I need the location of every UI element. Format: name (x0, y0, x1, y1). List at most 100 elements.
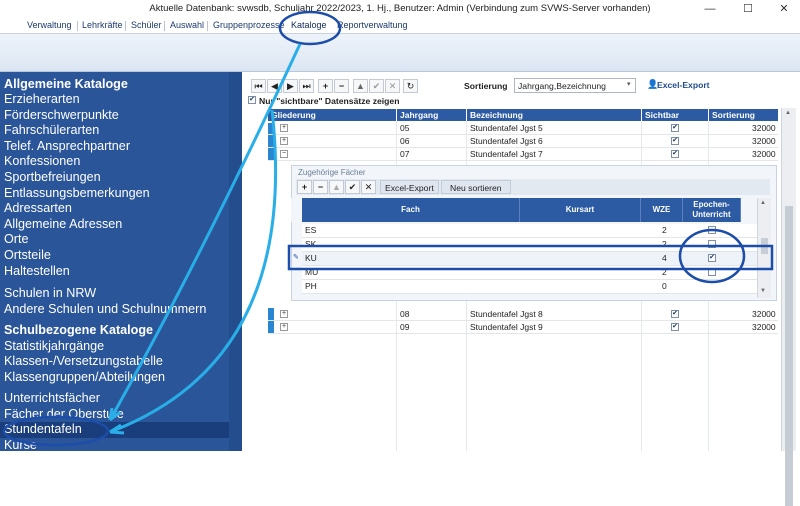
subcol-wze[interactable]: WZE (641, 198, 683, 222)
detail-cancel-icon[interactable]: ✕ (361, 180, 376, 194)
subgrid-row[interactable]: ES 2 (302, 224, 757, 238)
sub-cell-fach: KU (305, 253, 317, 263)
subcol-epochen[interactable]: Epochen- Unterricht (683, 198, 741, 222)
sidebar-item-konfessionen[interactable]: Konfessionen (4, 154, 80, 170)
sub-cell-fach: PH (305, 281, 317, 291)
sidebar-item-adressarten[interactable]: Adressarten (4, 201, 72, 217)
save-icon[interactable]: ✔ (369, 79, 384, 93)
sichtbar-checkbox[interactable]: ✔ (671, 124, 679, 132)
scroll-thumb[interactable] (785, 206, 793, 506)
col-jahrgang[interactable]: Jahrgang (397, 109, 466, 121)
scroll-thumb[interactable] (761, 238, 768, 254)
table-row[interactable]: + 06 Stundentafel Jgst 6 ✔ 32000 (268, 135, 778, 148)
sidebar-item-faecher-oberstufe[interactable]: Fächer der Oberstufe (4, 407, 124, 423)
sort-select[interactable]: Jahrgang,Bezeichnung ▾ (514, 78, 636, 93)
first-record-icon[interactable]: ⏮ (251, 79, 266, 93)
epochen-checkbox[interactable] (708, 226, 716, 234)
scroll-down-icon[interactable]: ▼ (760, 288, 766, 294)
main-scrollbar[interactable]: ▲ (781, 108, 796, 506)
col-gliederung[interactable]: Gliederung (268, 109, 396, 121)
sidebar-item-entlassungsbemerkungen[interactable]: Entlassungsbemerkungen (4, 186, 150, 202)
expand-icon[interactable]: + (280, 323, 288, 331)
sidebar-item-andere-schulen[interactable]: Andere Schulen und Schulnummern (4, 302, 206, 318)
menu-verwaltung[interactable]: Verwaltung (27, 20, 72, 30)
col-sortierung[interactable]: Sortierung (709, 109, 778, 121)
col-sichtbar[interactable]: Sichtbar (642, 109, 708, 121)
menu-schueler[interactable]: Schüler (131, 20, 162, 30)
detail-excel-export-button[interactable]: Excel-Export (380, 180, 439, 194)
delete-record-button[interactable]: − (334, 79, 349, 93)
menu-gruppenprozesse[interactable]: Gruppenprozesse (213, 20, 285, 30)
detail-delete-button[interactable]: − (313, 180, 328, 194)
menu-lehrkraefte[interactable]: Lehrkräfte (82, 20, 123, 30)
excel-export-link[interactable]: Excel-Export (657, 80, 710, 90)
menu-separator (77, 21, 78, 31)
cancel-icon[interactable]: ✕ (385, 79, 400, 93)
sichtbar-checkbox[interactable]: ✔ (671, 150, 679, 158)
cell-bezeichnung: Stundentafel Jgst 5 (470, 123, 543, 133)
last-record-icon[interactable]: ⏭ (299, 79, 314, 93)
resort-button[interactable]: Neu sortieren (441, 180, 511, 194)
expand-icon[interactable]: + (280, 310, 288, 318)
sidebar-scrollbar[interactable] (229, 72, 242, 451)
expand-icon[interactable]: + (280, 137, 288, 145)
detail-move-up-icon[interactable]: ▲ (329, 180, 344, 194)
table-row[interactable]: − 07 Stundentafel Jgst 7 ✔ 32000 (268, 148, 778, 161)
sichtbar-checkbox[interactable]: ✔ (671, 310, 679, 318)
move-up-icon[interactable]: ▲ (353, 79, 368, 93)
detail-add-button[interactable]: + (297, 180, 312, 194)
col-bezeichnung[interactable]: Bezeichnung (467, 109, 641, 121)
sidebar-item-haltestellen[interactable]: Haltestellen (4, 264, 70, 280)
sidebar-item-schulen-nrw[interactable]: Schulen in NRW (4, 286, 96, 302)
sidebar-item-kurse[interactable]: Kurse (4, 438, 37, 451)
sidebar-item-fahrschuelerarten[interactable]: Fahrschülerarten (4, 123, 99, 139)
minimize-button[interactable]: — (700, 2, 720, 16)
subgrid-row[interactable]: PH 0 (302, 280, 757, 294)
sub-cell-wze: 2 (662, 225, 667, 235)
sidebar-item-allgemeine-adressen[interactable]: Allgemeine Adressen (4, 217, 122, 233)
sidebar-item-erzieherarten[interactable]: Erzieherarten (4, 92, 80, 108)
menu-kataloge[interactable]: Kataloge (291, 20, 327, 30)
cell-sortierung: 32000 (752, 123, 776, 133)
sidebar-item-versetzungstabelle[interactable]: Klassen-/Versetzungstabelle (4, 354, 163, 370)
add-record-button[interactable]: + (318, 79, 333, 93)
detail-save-icon[interactable]: ✔ (345, 180, 360, 194)
expand-icon[interactable]: + (280, 124, 288, 132)
sidebar-item-statistikjahrgaenge[interactable]: Statistikjahrgänge (4, 339, 104, 355)
maximize-button[interactable]: ☐ (738, 2, 758, 16)
sidebar-item-stundentafeln[interactable]: Stundentafeln (4, 422, 82, 438)
epochen-checkbox[interactable] (708, 240, 716, 248)
table-row[interactable]: + 09 Stundentafel Jgst 9 ✔ 32000 (268, 321, 778, 334)
sichtbar-checkbox[interactable]: ✔ (671, 137, 679, 145)
epochen-checkbox[interactable] (708, 268, 716, 276)
previous-record-icon[interactable]: ◀ (267, 79, 282, 93)
menu-reportverwaltung[interactable]: Reportverwaltung (337, 20, 408, 30)
sichtbar-checkbox[interactable]: ✔ (671, 323, 679, 331)
collapse-icon[interactable]: − (280, 150, 288, 158)
sidebar-item-orte[interactable]: Orte (4, 232, 29, 248)
filter-checkbox[interactable]: ✔ (248, 96, 256, 104)
scroll-up-icon[interactable]: ▲ (760, 200, 766, 206)
table-row[interactable]: + 08 Stundentafel Jgst 8 ✔ 32000 (268, 308, 778, 321)
sidebar-item-sportbefreiungen[interactable]: Sportbefreiungen (4, 170, 101, 186)
subcol-kursart[interactable]: Kursart (520, 198, 641, 222)
subgrid-row-selected[interactable]: KU 4 ✔ (302, 252, 757, 266)
subgrid-row[interactable]: SK 2 (302, 238, 757, 252)
next-record-icon[interactable]: ▶ (283, 79, 298, 93)
detail-title: Zugehörige Fächer (298, 168, 366, 177)
sidebar-item-ortsteile[interactable]: Ortsteile (4, 248, 51, 264)
refresh-icon[interactable]: ↻ (403, 79, 418, 93)
close-window-button[interactable]: ✕ (774, 2, 794, 16)
sidebar-item-telef-ansprechpartner[interactable]: Telef. Ansprechpartner (4, 139, 130, 155)
epochen-checkbox[interactable]: ✔ (708, 254, 716, 262)
subgrid-row[interactable]: MU 2 (302, 266, 757, 280)
subcol-fach[interactable]: Fach (302, 198, 520, 222)
subgrid-scrollbar[interactable]: ▲ ▼ (757, 198, 771, 298)
sidebar-item-foerderschwerpunkte[interactable]: Förderschwerpunkte (4, 108, 119, 124)
table-row[interactable]: + 05 Stundentafel Jgst 5 ✔ 32000 (268, 122, 778, 135)
sidebar-item-unterrichtsfaecher[interactable]: Unterrichtsfächer (4, 391, 100, 407)
cell-bezeichnung: Stundentafel Jgst 9 (470, 322, 543, 332)
scroll-up-icon[interactable]: ▲ (785, 110, 791, 116)
sidebar-item-klassengruppen[interactable]: Klassengruppen/Abteilungen (4, 370, 165, 386)
menu-auswahl[interactable]: Auswahl (170, 20, 204, 30)
